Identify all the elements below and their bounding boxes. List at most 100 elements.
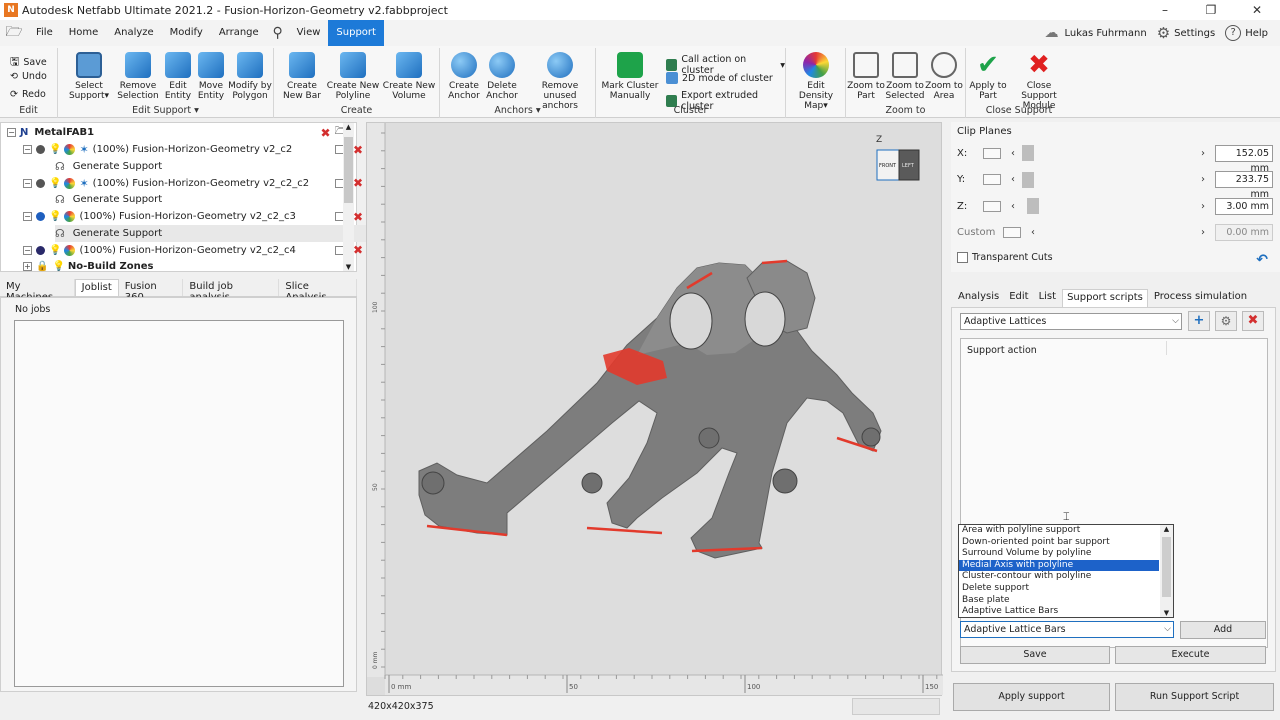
clip-enable-checkbox[interactable]: [983, 200, 1001, 212]
chevron-left-icon[interactable]: ‹: [1007, 148, 1019, 159]
dropdown-option[interactable]: Adaptive Lattice Bars: [959, 606, 1159, 618]
menu-modify[interactable]: Modify: [162, 20, 211, 46]
group-label-anchors[interactable]: Anchors ▾: [440, 105, 595, 116]
clip-value-input[interactable]: 3.00 mm: [1215, 197, 1273, 215]
bulb-icon[interactable]: 💡: [49, 245, 61, 256]
remove-unused-anchors-button[interactable]: Remove unused anchors: [528, 50, 592, 111]
clip-slider[interactable]: [1019, 171, 1197, 188]
group-label-edit-support[interactable]: Edit Support ▾: [58, 105, 273, 116]
left-tab-build-job-analysis[interactable]: Build job analysis: [183, 279, 280, 303]
save-button[interactable]: 🖫 Save: [10, 53, 47, 72]
collapse-toggle[interactable]: −: [23, 212, 32, 222]
save-script-button[interactable]: Save: [960, 646, 1110, 664]
script-settings-button[interactable]: ⚙: [1215, 311, 1237, 331]
menu-arrange[interactable]: Arrange: [211, 20, 267, 46]
transparent-cuts-checkbox[interactable]: [957, 252, 968, 263]
scroll-down-icon[interactable]: ▼: [1160, 609, 1173, 617]
modify-by-polygon-button[interactable]: Modify by Polygon: [228, 50, 272, 101]
tree-no-build-zones[interactable]: + 🔒 💡 No-Build Zones: [23, 258, 363, 275]
search-icon[interactable]: ⚲: [267, 25, 289, 41]
action-type-dropdown[interactable]: Area with polyline support Down-oriented …: [958, 524, 1174, 618]
clip-enable-checkbox[interactable]: [1003, 227, 1021, 238]
clip-slider[interactable]: [1019, 198, 1197, 214]
dropdown-scroll-thumb[interactable]: [1162, 537, 1171, 597]
clip-enable-checkbox[interactable]: [983, 147, 1001, 159]
right-tab-support-scripts[interactable]: Support scripts: [1062, 289, 1148, 307]
dropdown-option[interactable]: Area with polyline support: [959, 525, 1159, 537]
collapse-toggle[interactable]: −: [23, 245, 32, 255]
zoom-to-area-button[interactable]: Zoom to Area: [924, 50, 964, 101]
left-tab-fusion-360[interactable]: Fusion 360: [119, 279, 184, 303]
view-cube[interactable]: FRONT LEFT: [876, 149, 920, 181]
mark-cluster-button[interactable]: Mark Cluster Manually: [600, 50, 660, 101]
user-account[interactable]: ☁ Lukas Fuhrmann: [1044, 25, 1146, 41]
clip-slider-knob[interactable]: [1027, 198, 1040, 214]
clip-value-input[interactable]: 0.00 mm: [1215, 224, 1273, 241]
add-script-button[interactable]: +: [1188, 311, 1210, 331]
collapse-toggle[interactable]: −: [23, 145, 32, 154]
minimize-button[interactable]: –: [1142, 3, 1188, 17]
bulb-icon[interactable]: 💡: [49, 211, 61, 222]
move-entity-button[interactable]: Move Entity: [189, 50, 233, 101]
left-tab-slice-analysis[interactable]: Slice Analysis: [279, 279, 357, 303]
bulb-icon[interactable]: 💡: [49, 178, 61, 189]
dropdown-option[interactable]: Base plate: [959, 595, 1159, 607]
clip-slider-knob[interactable]: [1022, 145, 1035, 161]
right-tab-list[interactable]: List: [1035, 289, 1060, 307]
delete-script-button[interactable]: ✖: [1242, 311, 1264, 331]
transparent-cuts-toggle[interactable]: Transparent Cuts: [957, 252, 1053, 263]
apply-to-part-button[interactable]: ✔ Apply to Part: [968, 50, 1008, 101]
clip-value-input[interactable]: 233.75 mm: [1215, 171, 1273, 200]
clip-slider[interactable]: [1039, 225, 1197, 241]
close-support-module-button[interactable]: ✖ Close Support Module: [1008, 50, 1070, 111]
redo-button[interactable]: ⟳ Redo: [10, 89, 46, 100]
run-support-script-button[interactable]: Run Support Script: [1115, 683, 1274, 711]
part-model[interactable]: [418, 259, 882, 559]
open-folder-icon[interactable]: 🗁: [0, 21, 28, 45]
tree-part-row[interactable]: − 💡 ✶ (100%) Fusion-Horizon-Geometry v2_c2 ✖: [23, 141, 363, 158]
chevron-right-icon[interactable]: ›: [1197, 201, 1209, 212]
restore-button[interactable]: ❐: [1188, 3, 1234, 17]
bulb-icon[interactable]: 💡: [49, 144, 61, 155]
expand-toggle[interactable]: +: [23, 262, 32, 271]
script-select[interactable]: Adaptive Lattices ⌵: [960, 313, 1182, 330]
create-new-volume-button[interactable]: Create New Volume: [382, 50, 436, 101]
scroll-down-icon[interactable]: ▼: [343, 263, 354, 271]
menu-support[interactable]: Support: [328, 20, 384, 46]
left-tab-my-machines[interactable]: My Machines: [0, 279, 75, 303]
close-window-button[interactable]: ✕: [1234, 3, 1280, 17]
clip-value-input[interactable]: 152.05 mm: [1215, 144, 1273, 174]
tree-part-row[interactable]: −💡✶(100%) Fusion-Horizon-Geometry v2_c2_…: [23, 175, 363, 192]
collapse-toggle[interactable]: −: [23, 178, 32, 188]
dropdown-option[interactable]: Delete support: [959, 583, 1159, 595]
tree-part-row[interactable]: −💡✶(100%) Fusion-Horizon-Geometry v2_c2_…: [23, 242, 363, 259]
remove-part-icon[interactable]: ✖: [353, 243, 363, 257]
menu-file[interactable]: File: [28, 20, 61, 46]
clip-enable-checkbox[interactable]: [983, 174, 1001, 185]
dropdown-option[interactable]: Down-oriented point bar support: [959, 537, 1159, 549]
2d-mode-button[interactable]: 2D mode of cluster: [666, 72, 773, 84]
tree-part-row[interactable]: −💡✶(100%) Fusion-Horizon-Geometry v2_c2_…: [23, 208, 363, 225]
remove-part-icon[interactable]: ✖: [353, 176, 363, 190]
chevron-left-icon[interactable]: ‹: [1007, 201, 1019, 212]
zoom-to-part-button[interactable]: Zoom to Part: [846, 50, 886, 101]
right-tab-edit[interactable]: Edit: [1005, 289, 1032, 307]
dropdown-scrollbar[interactable]: ▲ ▼: [1160, 525, 1173, 617]
remove-part-icon[interactable]: ✖: [353, 210, 363, 224]
viewport-canvas[interactable]: 100 50 0 mm 0 mm 50 100 150 Z FRONT LEFT: [367, 123, 943, 697]
settings-button[interactable]: ⚙ Settings: [1157, 24, 1215, 42]
scroll-up-icon[interactable]: ▲: [1160, 525, 1173, 533]
select-support-button[interactable]: Select Support▾: [62, 50, 116, 101]
action-type-select[interactable]: Adaptive Lattice Bars ⌵: [960, 621, 1174, 638]
3d-viewport[interactable]: 100 50 0 mm 0 mm 50 100 150 Z FRONT LEFT: [366, 122, 943, 697]
create-new-polyline-button[interactable]: Create New Polyline: [326, 50, 380, 101]
help-button[interactable]: ? Help: [1225, 25, 1268, 41]
tree-root[interactable]: − Ɲ MetalFAB1 ✖ 🗁: [7, 124, 347, 141]
edit-density-map-button[interactable]: Edit Density Map▾: [790, 50, 842, 111]
left-tab-joblist[interactable]: Joblist: [74, 279, 119, 296]
chevron-right-icon[interactable]: ›: [1197, 148, 1209, 159]
menu-view[interactable]: View: [289, 20, 329, 46]
undo-button[interactable]: ⟲ Undo: [10, 71, 47, 82]
joblist-box[interactable]: [14, 320, 344, 687]
chevron-left-icon[interactable]: ‹: [1007, 174, 1019, 185]
